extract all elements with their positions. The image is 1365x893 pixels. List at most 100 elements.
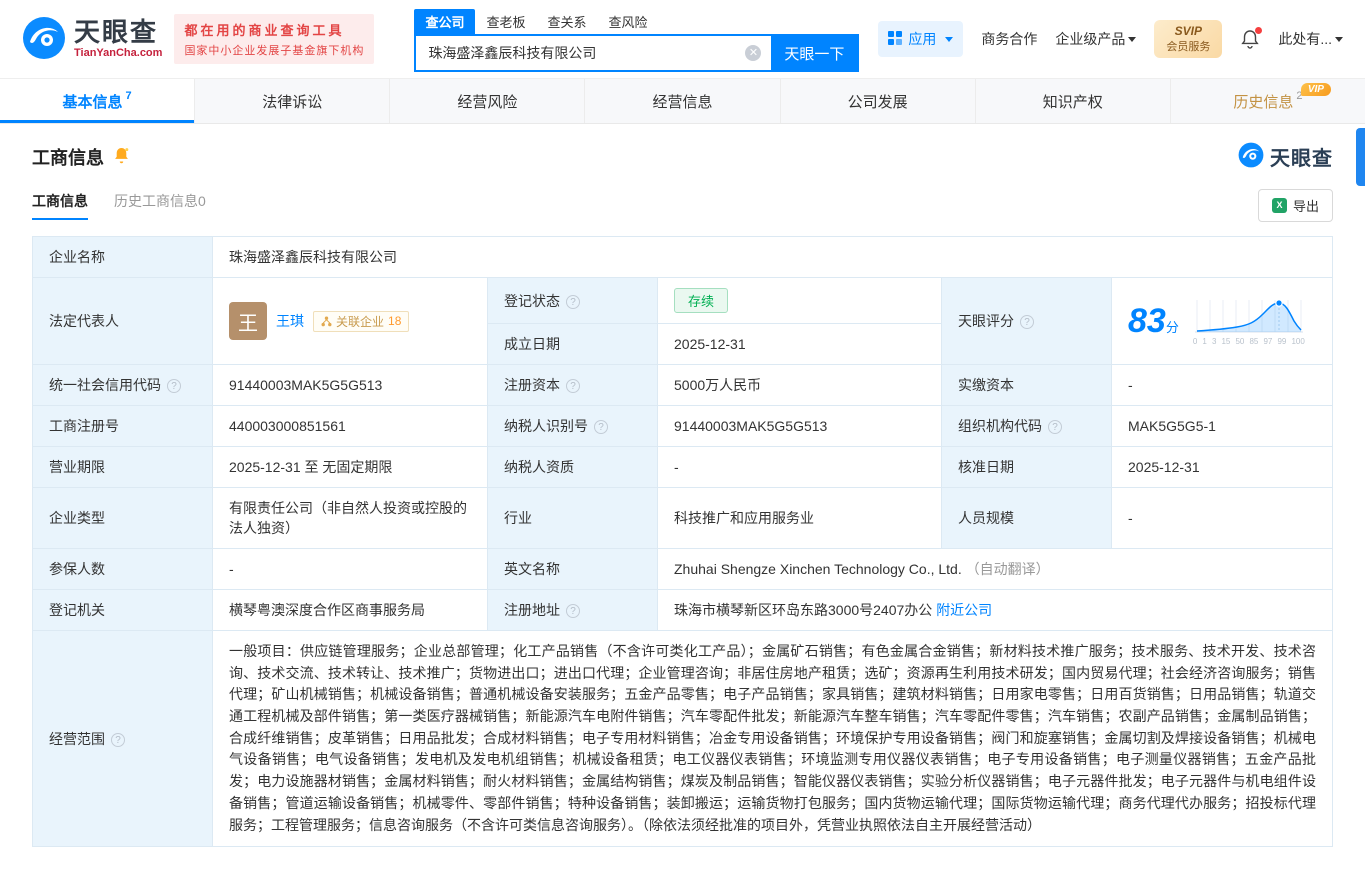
legal-rep-avatar[interactable]: 王	[229, 302, 267, 340]
english-name-text: Zhuhai Shengze Xinchen Technology Co., L…	[674, 561, 962, 577]
search-tab-company[interactable]: 查公司	[414, 9, 475, 34]
help-icon[interactable]: ?	[1020, 315, 1034, 329]
apps-grid-icon	[888, 31, 902, 48]
tab-basic-info-count: 7	[126, 90, 132, 102]
paid-capital-value: -	[1112, 365, 1333, 406]
search-block: 查公司 查老板 查关系 查风险 ✕ 天眼一下	[414, 6, 859, 72]
reg-address-value: 珠海市横琴新区环岛东路3000号2407办公 附近公司	[658, 590, 1333, 631]
apps-button-label: 应用	[908, 29, 936, 49]
svip-member-button[interactable]: SVIP 会员服务	[1154, 20, 1222, 58]
tab-operating-info[interactable]: 经营信息	[585, 79, 780, 123]
establish-date-value: 2025-12-31	[658, 324, 942, 365]
help-icon[interactable]: ?	[566, 295, 580, 309]
header-right: 应用 商务合作 企业级产品 SVIP 会员服务 此处有...	[878, 20, 1343, 58]
promo-line1: 都在用的商业查询工具	[184, 20, 364, 39]
search-tabs: 查公司 查老板 查关系 查风险	[414, 10, 859, 34]
chevron-down-icon	[945, 37, 953, 42]
section-header: 工商信息 天眼查	[32, 124, 1333, 171]
tab-legal-proceedings[interactable]: 法律诉讼	[195, 79, 390, 123]
score-label: 天眼评分?	[942, 278, 1112, 365]
tianyancha-logo-icon	[1238, 142, 1264, 171]
score-cell[interactable]: 83分 0	[1112, 278, 1333, 365]
sub-tabs: 工商信息 历史工商信息0 X 导出	[32, 189, 1333, 222]
subtab-business-info[interactable]: 工商信息	[32, 191, 88, 220]
reg-capital-label-text: 注册资本	[504, 377, 560, 393]
business-info-table: 企业名称 珠海盛泽鑫辰科技有限公司 法定代表人 王 王琪 关联企业 18	[32, 236, 1333, 847]
reg-address-text: 珠海市横琴新区环岛东路3000号2407办公	[674, 602, 932, 618]
search-input[interactable]	[416, 36, 771, 70]
search-tab-risk[interactable]: 查风险	[597, 9, 658, 34]
table-row: 企业名称 珠海盛泽鑫辰科技有限公司	[33, 237, 1333, 278]
staff-size-label: 人员规模	[942, 488, 1112, 549]
tab-company-development[interactable]: 公司发展	[781, 79, 976, 123]
org-code-label: 组织机构代码?	[942, 406, 1112, 447]
taxpayer-quality-label: 纳税人资质	[488, 447, 658, 488]
english-name-label: 英文名称	[488, 549, 658, 590]
approval-date-label: 核准日期	[942, 447, 1112, 488]
taxpayer-id-value: 91440003MAK5G5G513	[658, 406, 942, 447]
related-companies-label: 关联企业	[336, 313, 384, 330]
legal-rep-name-link[interactable]: 王琪	[276, 311, 304, 331]
help-icon[interactable]: ?	[566, 379, 580, 393]
tab-basic-info-label: 基本信息	[63, 91, 123, 112]
reg-status-label-text: 登记状态	[504, 293, 560, 309]
section-title: 工商信息	[32, 144, 104, 170]
table-row: 参保人数 - 英文名称 Zhuhai Shengze Xinchen Techn…	[33, 549, 1333, 590]
help-icon[interactable]: ?	[111, 733, 125, 747]
related-companies-pill[interactable]: 关联企业 18	[313, 311, 409, 332]
tab-history-info-label: 历史信息	[1233, 91, 1293, 112]
svip-label: SVIP	[1166, 24, 1210, 38]
table-row: 经营范围? 一般项目：供应链管理服务；企业总部管理；化工产品销售（不含许可类化工…	[33, 631, 1333, 847]
tianyancha-logo-icon	[22, 16, 66, 63]
taxpayer-quality-value: -	[658, 447, 942, 488]
subscribe-bell-icon[interactable]	[112, 146, 131, 168]
reg-capital-value: 5000万人民币	[658, 365, 942, 406]
tab-operating-risk[interactable]: 经营风险	[390, 79, 585, 123]
credit-code-value: 91440003MAK5G5G513	[213, 365, 488, 406]
tab-intellectual-property[interactable]: 知识产权	[976, 79, 1171, 123]
search-button[interactable]: 天眼一下	[771, 36, 857, 70]
credit-code-label: 统一社会信用代码?	[33, 365, 213, 406]
company-nav-tabs: 基本信息 7 法律诉讼 经营风险 经营信息 公司发展 知识产权 历史信息 2 V…	[0, 78, 1365, 124]
tianyancha-logo[interactable]: 天眼查 TianYanCha.com	[22, 16, 162, 63]
export-button[interactable]: X 导出	[1258, 189, 1333, 222]
business-cooperation-link[interactable]: 商务合作	[981, 29, 1037, 49]
paid-capital-label: 实缴资本	[942, 365, 1112, 406]
english-name-value: Zhuhai Shengze Xinchen Technology Co., L…	[658, 549, 1333, 590]
user-menu[interactable]: 此处有...	[1278, 29, 1343, 49]
tab-basic-info[interactable]: 基本信息 7	[0, 79, 195, 123]
main-content: 工商信息 天眼查 工商信息 历史工商信息0 X 导出 企业名称 珠海盛泽鑫	[0, 124, 1365, 847]
help-icon[interactable]: ?	[167, 379, 181, 393]
svip-sublabel: 会员服务	[1166, 38, 1210, 54]
table-row: 工商注册号 440003000851561 纳税人识别号? 91440003MA…	[33, 406, 1333, 447]
insured-count-label: 参保人数	[33, 549, 213, 590]
notification-bell-icon[interactable]	[1240, 29, 1260, 49]
search-tab-boss[interactable]: 查老板	[475, 9, 536, 34]
chevron-down-icon	[1128, 37, 1136, 42]
reg-status-value: 存续	[658, 278, 942, 324]
tab-history-info[interactable]: 历史信息 2 VIP	[1171, 79, 1365, 123]
search-tab-relation[interactable]: 查关系	[536, 9, 597, 34]
vip-badge: VIP	[1301, 83, 1331, 96]
reg-address-label: 注册地址?	[488, 590, 658, 631]
tab-intellectual-property-label: 知识产权	[1043, 91, 1103, 112]
help-icon[interactable]: ?	[566, 604, 580, 618]
insured-count-value: -	[213, 549, 488, 590]
tab-legal-proceedings-label: 法律诉讼	[262, 91, 322, 112]
help-icon[interactable]: ?	[594, 420, 608, 434]
legal-rep-label: 法定代表人	[33, 278, 213, 365]
reg-authority-value: 横琴粤澳深度合作区商事服务局	[213, 590, 488, 631]
floating-side-widget[interactable]	[1356, 128, 1365, 186]
apps-button[interactable]: 应用	[878, 21, 963, 57]
help-icon[interactable]: ?	[1048, 420, 1062, 434]
credit-code-label-text: 统一社会信用代码	[49, 377, 161, 393]
reg-address-label-text: 注册地址	[504, 602, 560, 618]
nearby-companies-link[interactable]: 附近公司	[936, 602, 992, 618]
reg-authority-label: 登记机关	[33, 590, 213, 631]
business-term-label: 营业期限	[33, 447, 213, 488]
search-bar: ✕ 天眼一下	[414, 34, 859, 72]
logo-text-cn: 天眼查	[74, 19, 162, 46]
subtab-history-business-info[interactable]: 历史工商信息0	[114, 191, 206, 220]
promo-box: 都在用的商业查询工具 国家中小企业发展子基金旗下机构	[174, 14, 374, 64]
enterprise-products-link[interactable]: 企业级产品	[1055, 29, 1136, 49]
